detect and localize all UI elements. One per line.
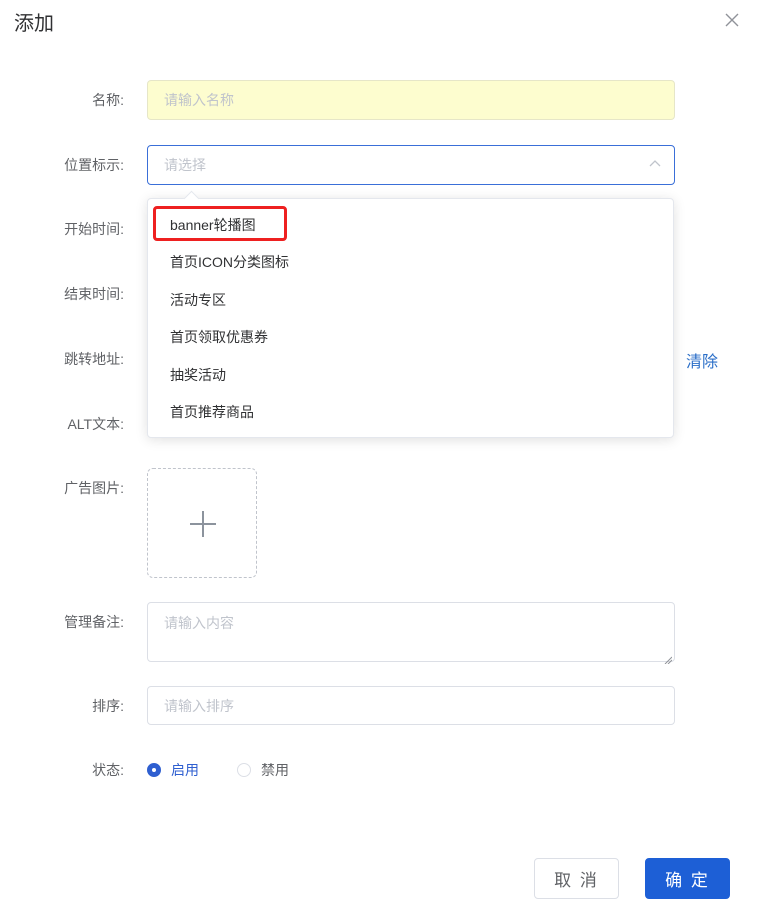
- alt-text-label: ALT文本:: [67, 416, 124, 432]
- dropdown-option[interactable]: 活动专区: [170, 290, 226, 310]
- cancel-button[interactable]: 取 消: [534, 858, 619, 899]
- dropdown-option[interactable]: 首页推荐商品: [170, 402, 254, 422]
- clear-link[interactable]: 清除: [686, 348, 718, 372]
- position-label: 位置标示:: [64, 157, 124, 173]
- position-select[interactable]: 请选择: [147, 145, 675, 185]
- end-time-label: 结束时间:: [64, 286, 124, 302]
- plus-icon-vertical: [202, 511, 204, 537]
- status-radio-enabled[interactable]: 启用: [147, 760, 199, 780]
- radio-label: 禁用: [261, 762, 289, 778]
- position-placeholder: 请选择: [164, 157, 206, 173]
- radio-unchecked-icon: [237, 763, 251, 777]
- chevron-up-icon: [648, 157, 662, 171]
- jump-url-label: 跳转地址:: [64, 351, 124, 367]
- name-placeholder: 请输入名称: [164, 92, 234, 108]
- image-upload[interactable]: [147, 468, 257, 578]
- dropdown-arrow: [183, 190, 200, 207]
- confirm-button[interactable]: 确 定: [645, 858, 730, 899]
- dropdown-option[interactable]: 抽奖活动: [170, 365, 226, 385]
- resize-grip-icon[interactable]: [664, 651, 673, 665]
- sort-input[interactable]: 请输入排序: [147, 686, 675, 725]
- dropdown-option[interactable]: 首页ICON分类图标: [170, 252, 289, 272]
- dialog-title: 添加: [14, 13, 54, 35]
- admin-note-placeholder: 请输入内容: [164, 615, 234, 631]
- sort-placeholder: 请输入排序: [164, 697, 234, 714]
- ad-image-label: 广告图片:: [64, 480, 124, 496]
- start-time-label: 开始时间:: [64, 221, 124, 237]
- radio-label: 启用: [171, 762, 199, 778]
- dropdown-option[interactable]: 首页领取优惠券: [170, 327, 268, 347]
- position-dropdown: banner轮播图 首页ICON分类图标 活动专区 首页领取优惠券 抽奖活动 首…: [147, 190, 674, 438]
- radio-checked-icon: [147, 763, 161, 777]
- admin-note-label: 管理备注:: [64, 614, 124, 630]
- sort-label: 排序:: [92, 698, 124, 714]
- dropdown-option[interactable]: banner轮播图: [170, 215, 256, 235]
- close-icon[interactable]: [720, 8, 744, 32]
- status-radio-disabled[interactable]: 禁用: [237, 760, 289, 780]
- name-label: 名称:: [92, 92, 124, 108]
- name-input[interactable]: 请输入名称: [147, 80, 675, 120]
- admin-note-textarea[interactable]: 请输入内容: [147, 602, 675, 665]
- status-label: 状态:: [92, 762, 124, 778]
